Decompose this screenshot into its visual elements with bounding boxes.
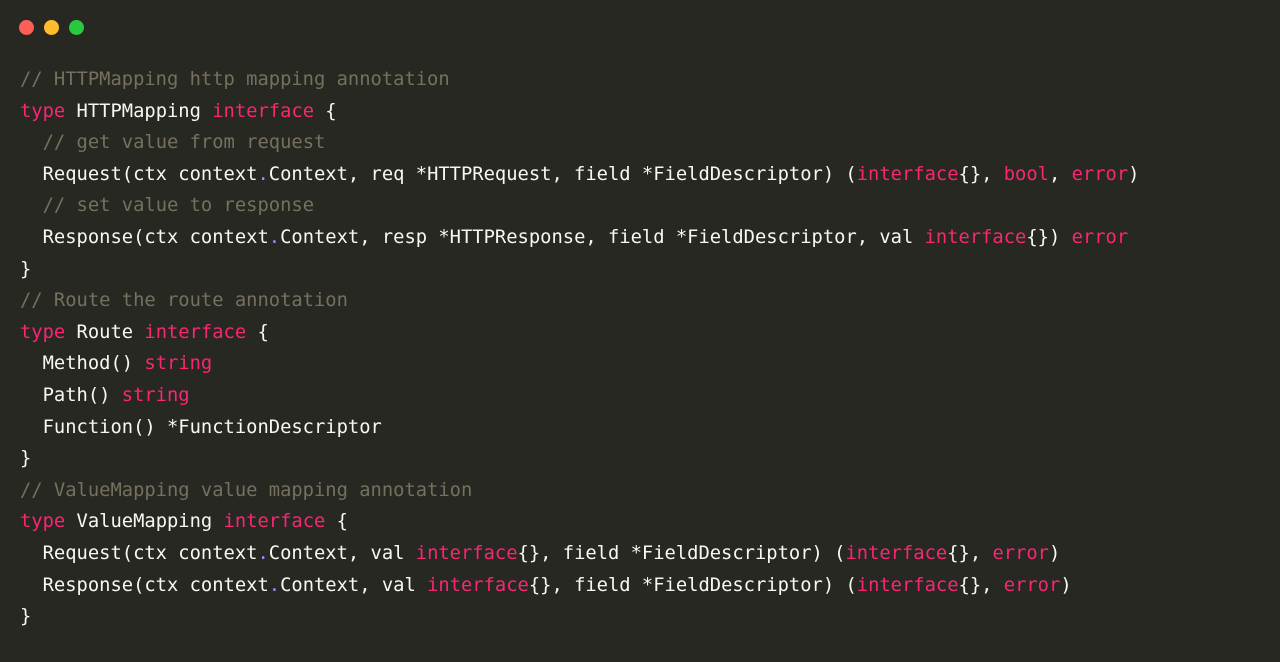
code-line: Request(ctx context.Context, req *HTTPRe… [20,159,1140,191]
code-line: } [20,601,1139,633]
token-keyword: interface [144,321,247,343]
token-keyword: type [20,100,66,122]
token-comment: // set value to response [42,195,314,217]
code-line: Request(ctx context.Context, val interfa… [20,538,1139,570]
code-line: // get value from request [20,127,1139,159]
token-comment: // get value from request [42,132,326,154]
code-line: Function() *FunctionDescriptor [20,412,1139,444]
token-plain: Request(ctx context [20,163,258,185]
token-keyword: error [992,542,1049,564]
token-plain: } [20,448,32,470]
token-plain: {}, [958,574,1004,596]
code-line: Response(ctx context.Context, resp *HTTP… [20,222,1139,254]
token-keyword: interface [223,511,326,533]
token-dot: . [268,226,281,248]
code-line: } [20,254,1139,286]
token-plain: Response(ctx context [20,226,269,248]
token-plain: Request(ctx context [20,542,258,564]
token-plain: {}, field *FieldDescriptor) ( [517,542,846,564]
token-keyword: interface [212,100,314,122]
code-line: Response(ctx context.Context, val interf… [20,570,1139,602]
token-keyword: error [1003,574,1061,596]
code-line: // ValueMapping value mapping annotation [20,475,1139,507]
token-plain: ) [1049,542,1061,564]
minimize-button[interactable] [44,20,59,35]
token-plain: ValueMapping [65,511,224,533]
token-keyword: interface [856,163,959,185]
token-plain: { [314,100,337,122]
token-dot: . [257,163,269,185]
token-plain: Context, val [268,542,416,564]
token-keyword: type [20,321,66,343]
token-comment: // Route the route annotation [20,290,348,312]
token-plain: Route [65,321,145,343]
token-plain: ) [1060,574,1072,596]
token-plain: {}, field *FieldDescriptor) ( [528,574,857,596]
code-line: Method() string [20,348,1139,380]
token-plain: { [325,511,348,533]
code-block: // HTTPMapping http mapping annotation ty… [20,64,1139,633]
token-plain: Response(ctx context [20,574,269,596]
token-plain: {}, [958,163,1004,185]
token-keyword: bool [1003,163,1049,185]
code-line: // Route the route annotation [20,285,1139,317]
close-button[interactable] [19,20,34,35]
token-keyword: error [1071,226,1129,248]
token-keyword: interface [845,542,948,564]
token-plain: Method() [20,353,145,375]
code-line: // HTTPMapping http mapping annotation [20,64,1139,96]
token-plain: Function() *FunctionDescriptor [20,416,382,438]
token-keyword: interface [924,226,1027,248]
token-keyword: interface [856,574,959,596]
token-plain: {}, [947,542,993,564]
token-plain: Path() [20,384,122,406]
token-plain: {}) [1026,226,1072,248]
token-dot: . [257,542,269,564]
token-keyword: string [144,353,213,375]
token-plain: } [20,258,32,280]
token-plain: Context, resp *HTTPResponse, field *Fiel… [280,226,925,248]
token-dot: . [268,574,281,596]
token-keyword: interface [427,574,529,596]
code-line: type Route interface { [20,317,1139,349]
code-line: } [20,443,1139,475]
token-plain: , [1048,163,1072,185]
token-comment: // HTTPMapping http mapping annotation [20,69,450,90]
maximize-button[interactable] [69,20,84,35]
token-keyword: string [121,384,190,406]
window-controls [19,20,84,35]
token-plain: HTTPMapping [65,100,213,122]
token-comment: // ValueMapping value mapping annotation [20,479,473,501]
token-plain: Context, req *HTTPRequest, field *FieldD… [268,163,857,185]
token-plain: ) [1128,163,1140,185]
code-line: type ValueMapping interface { [20,506,1139,538]
code-line: Path() string [20,380,1139,412]
token-plain: { [246,321,269,343]
token-keyword: error [1071,163,1129,185]
token-plain: Context, val [280,574,428,596]
code-line: type HTTPMapping interface { [20,96,1139,128]
token-keyword: interface [415,542,518,564]
token-keyword: type [20,511,66,533]
code-window: // HTTPMapping http mapping annotation ty… [0,0,1280,662]
token-plain: } [20,606,32,628]
code-line: // set value to response [20,190,1139,222]
